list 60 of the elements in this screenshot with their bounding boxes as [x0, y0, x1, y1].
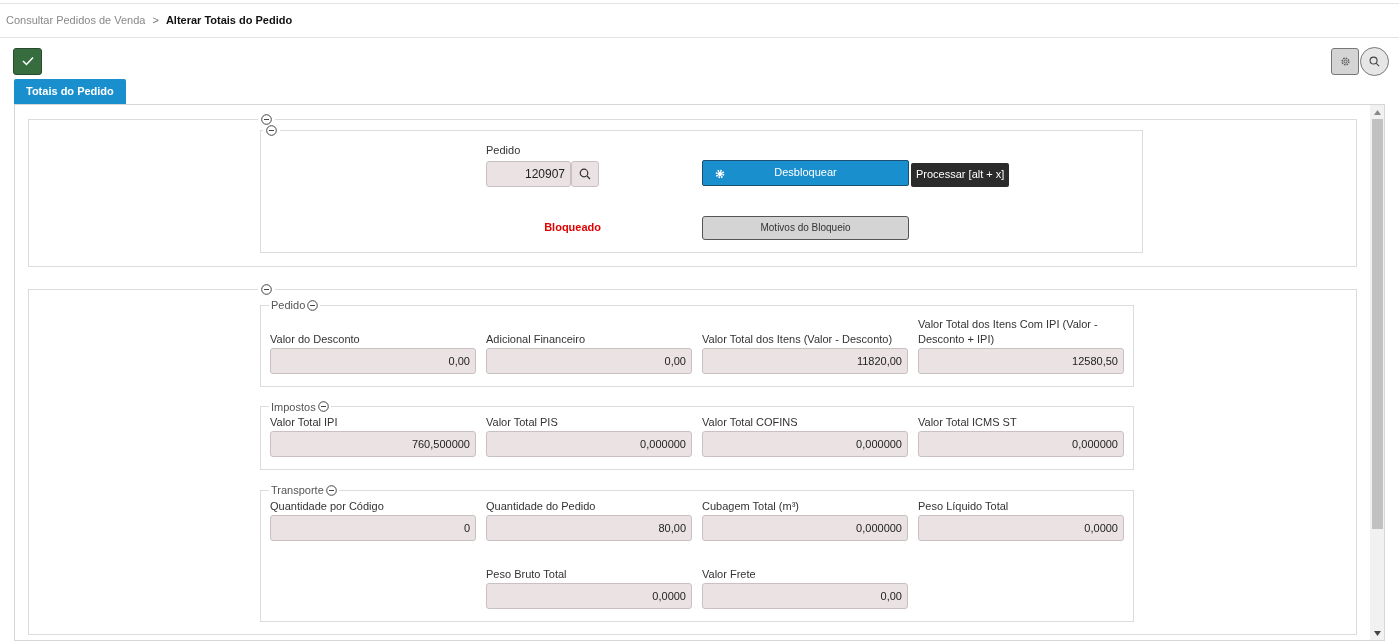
order-input[interactable]: 120907 — [486, 160, 571, 187]
value-input[interactable]: 0,000000 — [702, 514, 908, 541]
value-input[interactable]: 0,00 — [702, 582, 908, 609]
field-label: Valor Total COFINS — [702, 415, 799, 430]
field-label: Peso Bruto Total — [486, 566, 568, 582]
scroll-up-icon[interactable] — [1373, 110, 1381, 115]
field-label: Adicional Financeiro — [486, 331, 587, 347]
value-input[interactable]: 80,00 — [486, 514, 692, 541]
value-input[interactable]: 0,0000 — [486, 582, 692, 609]
collapse-icon[interactable] — [307, 299, 319, 311]
scroll-down-icon[interactable] — [1373, 631, 1381, 636]
field-label: Valor Total PIS — [486, 415, 559, 430]
field-label: Cubagem Total (m³) — [702, 498, 800, 514]
field-label: Quantidade do Pedido — [486, 498, 597, 514]
value-input[interactable]: 0,0000 — [918, 514, 1124, 541]
settings-button[interactable] — [1331, 47, 1359, 75]
group-title: Transporte — [271, 483, 324, 498]
field-label: Valor Frete — [702, 566, 757, 582]
collapse-icon[interactable] — [261, 284, 272, 295]
collapse-icon[interactable] — [317, 401, 329, 413]
breadcrumb-current: Alterar Totais do Pedido — [165, 13, 293, 29]
value-input[interactable]: 0,000000 — [918, 431, 1124, 457]
group-title: Pedido — [271, 298, 306, 313]
block-reasons-button[interactable]: Motivos do Bloqueio — [702, 215, 909, 240]
collapse-icon[interactable] — [261, 114, 272, 125]
field-label: Valor Total ICMS ST — [918, 415, 1018, 430]
search-button[interactable] — [571, 160, 599, 187]
field-label: Pedido — [486, 143, 522, 158]
field-label: Peso Líquido Total — [918, 498, 1010, 514]
search-button[interactable] — [1360, 46, 1389, 76]
collapse-icon[interactable] — [325, 484, 337, 496]
value-input[interactable]: 11820,00 — [702, 347, 908, 374]
check-icon — [21, 56, 34, 66]
gear-icon — [715, 168, 725, 179]
value-input[interactable]: 0,000000 — [702, 431, 908, 457]
field-label: Valor Total dos Itens Com IPI (Valor - Desconto + IPI) — [918, 316, 1099, 347]
field-label: Valor Total dos Itens (Valor - Desconto) — [702, 331, 894, 347]
value-input[interactable]: 0,00 — [486, 347, 692, 374]
collapse-icon[interactable] — [266, 125, 277, 136]
tab[interactable]: Totais do Pedido — [14, 79, 126, 104]
breadcrumb-link[interactable]: Consultar Pedidos de Venda — [6, 12, 146, 29]
field-label: Quantidade por Código — [270, 498, 385, 514]
tooltip: Processar [alt + x] — [911, 162, 1010, 187]
search-icon — [579, 167, 591, 180]
value-input[interactable]: 760,500000 — [270, 431, 476, 457]
unlock-button[interactable]: Desbloquear — [702, 159, 909, 186]
scroll-thumb[interactable] — [1371, 119, 1383, 529]
group-title: Impostos — [271, 399, 316, 415]
field-label: Valor Total IPI — [270, 415, 339, 430]
value-input[interactable]: 12580,50 — [918, 347, 1124, 374]
breadcrumb-separator: > — [151, 13, 160, 29]
search-icon — [1369, 55, 1380, 67]
scroll-bar[interactable] — [1370, 105, 1384, 640]
status-label: Bloqueado — [544, 220, 601, 236]
confirm-button[interactable] — [13, 47, 42, 75]
field-label: Valor do Desconto — [270, 331, 361, 347]
gear-icon — [1339, 55, 1351, 67]
value-input[interactable]: 0,000000 — [486, 431, 692, 457]
value-input[interactable]: 0,00 — [270, 347, 476, 374]
value-input[interactable]: 0 — [270, 514, 476, 541]
